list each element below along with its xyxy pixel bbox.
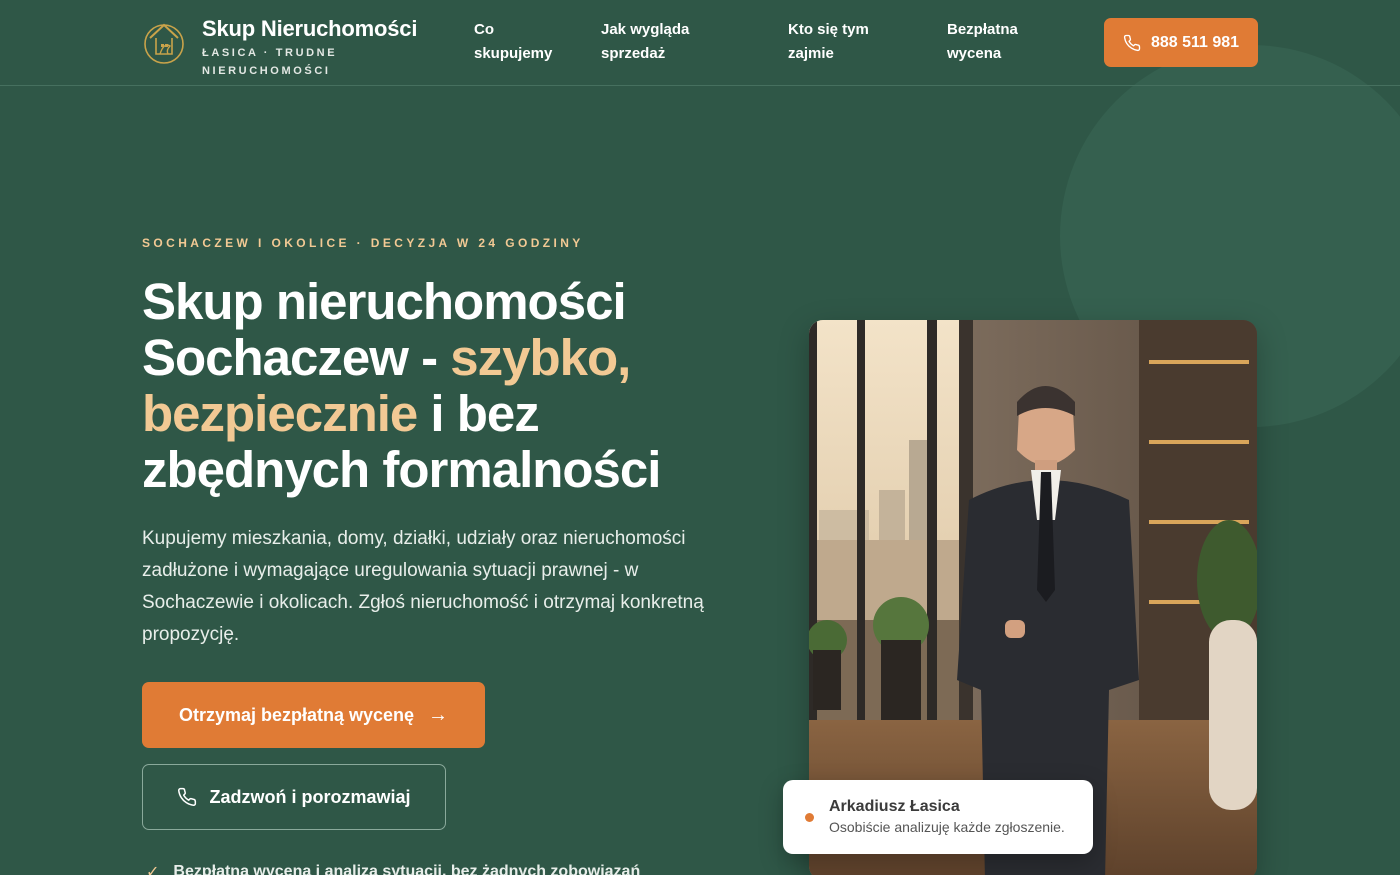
nav-item-bezplatna-wycena[interactable]: Bezpłatna wycena xyxy=(947,18,1037,66)
phone-icon xyxy=(1123,34,1141,51)
status-dot-icon xyxy=(805,812,814,822)
hero-kicker: SOCHACZEW I OKOLICE · DECYZJA W 24 GODZI… xyxy=(142,236,584,250)
nav-item-jak-wyglada-sprzedaz[interactable]: Jak wygląda sprzedaż xyxy=(601,18,716,66)
site-header: Skup Nieruchomości ŁASICA · TRUDNE NIERU… xyxy=(0,0,1400,86)
arrow-right-icon: → xyxy=(428,703,449,726)
phone-icon xyxy=(178,787,197,806)
agent-name: Arkadiusz Łasica xyxy=(829,798,960,815)
nav-item-kto-sie-tym-zajmie[interactable]: Kto się tym zajmie xyxy=(788,18,888,66)
call-button-label: Zadzwoń i porozmawiaj xyxy=(209,786,411,807)
brand-title: Skup Nieruchomości xyxy=(202,16,418,41)
agent-description: Osobiście analizuję każde zgłoszenie. xyxy=(829,819,1065,835)
brand-subtitle: ŁASICA · TRUDNE NIERUCHOMOŚCI xyxy=(202,47,338,77)
check-icon: ✓ xyxy=(146,864,160,875)
free-valuation-label: Otrzymaj bezpłatną wycenę xyxy=(178,704,415,725)
header-phone-label: 888 511 981 xyxy=(1150,33,1240,51)
agent-caption-card: Arkadiusz Łasica Osobiście analizuję każ… xyxy=(783,780,1093,854)
benefit-item: ✓ Bezpłatna wycena i analiza sytuacji, b… xyxy=(146,862,640,875)
nav-item-co-skupujemy[interactable]: Co skupujemy xyxy=(474,18,564,66)
free-valuation-button[interactable]: Otrzymaj bezpłatną wycenę → xyxy=(142,682,485,748)
brand-logo[interactable]: Skup Nieruchomości ŁASICA · TRUDNE NIERU… xyxy=(142,16,417,80)
benefit-label: Bezpłatna wycena i analiza sytuacji, bez… xyxy=(173,863,641,875)
hero-lead: Kupujemy mieszkania, domy, działki, udzi… xyxy=(142,528,704,645)
hero-title: Skup nieruchomości Sochaczew - szybko, b… xyxy=(142,274,742,498)
header-phone-button[interactable]: 888 511 981 xyxy=(1104,18,1258,67)
call-button[interactable]: Zadzwoń i porozmawiaj xyxy=(142,764,446,830)
house-logo-icon xyxy=(144,23,184,64)
